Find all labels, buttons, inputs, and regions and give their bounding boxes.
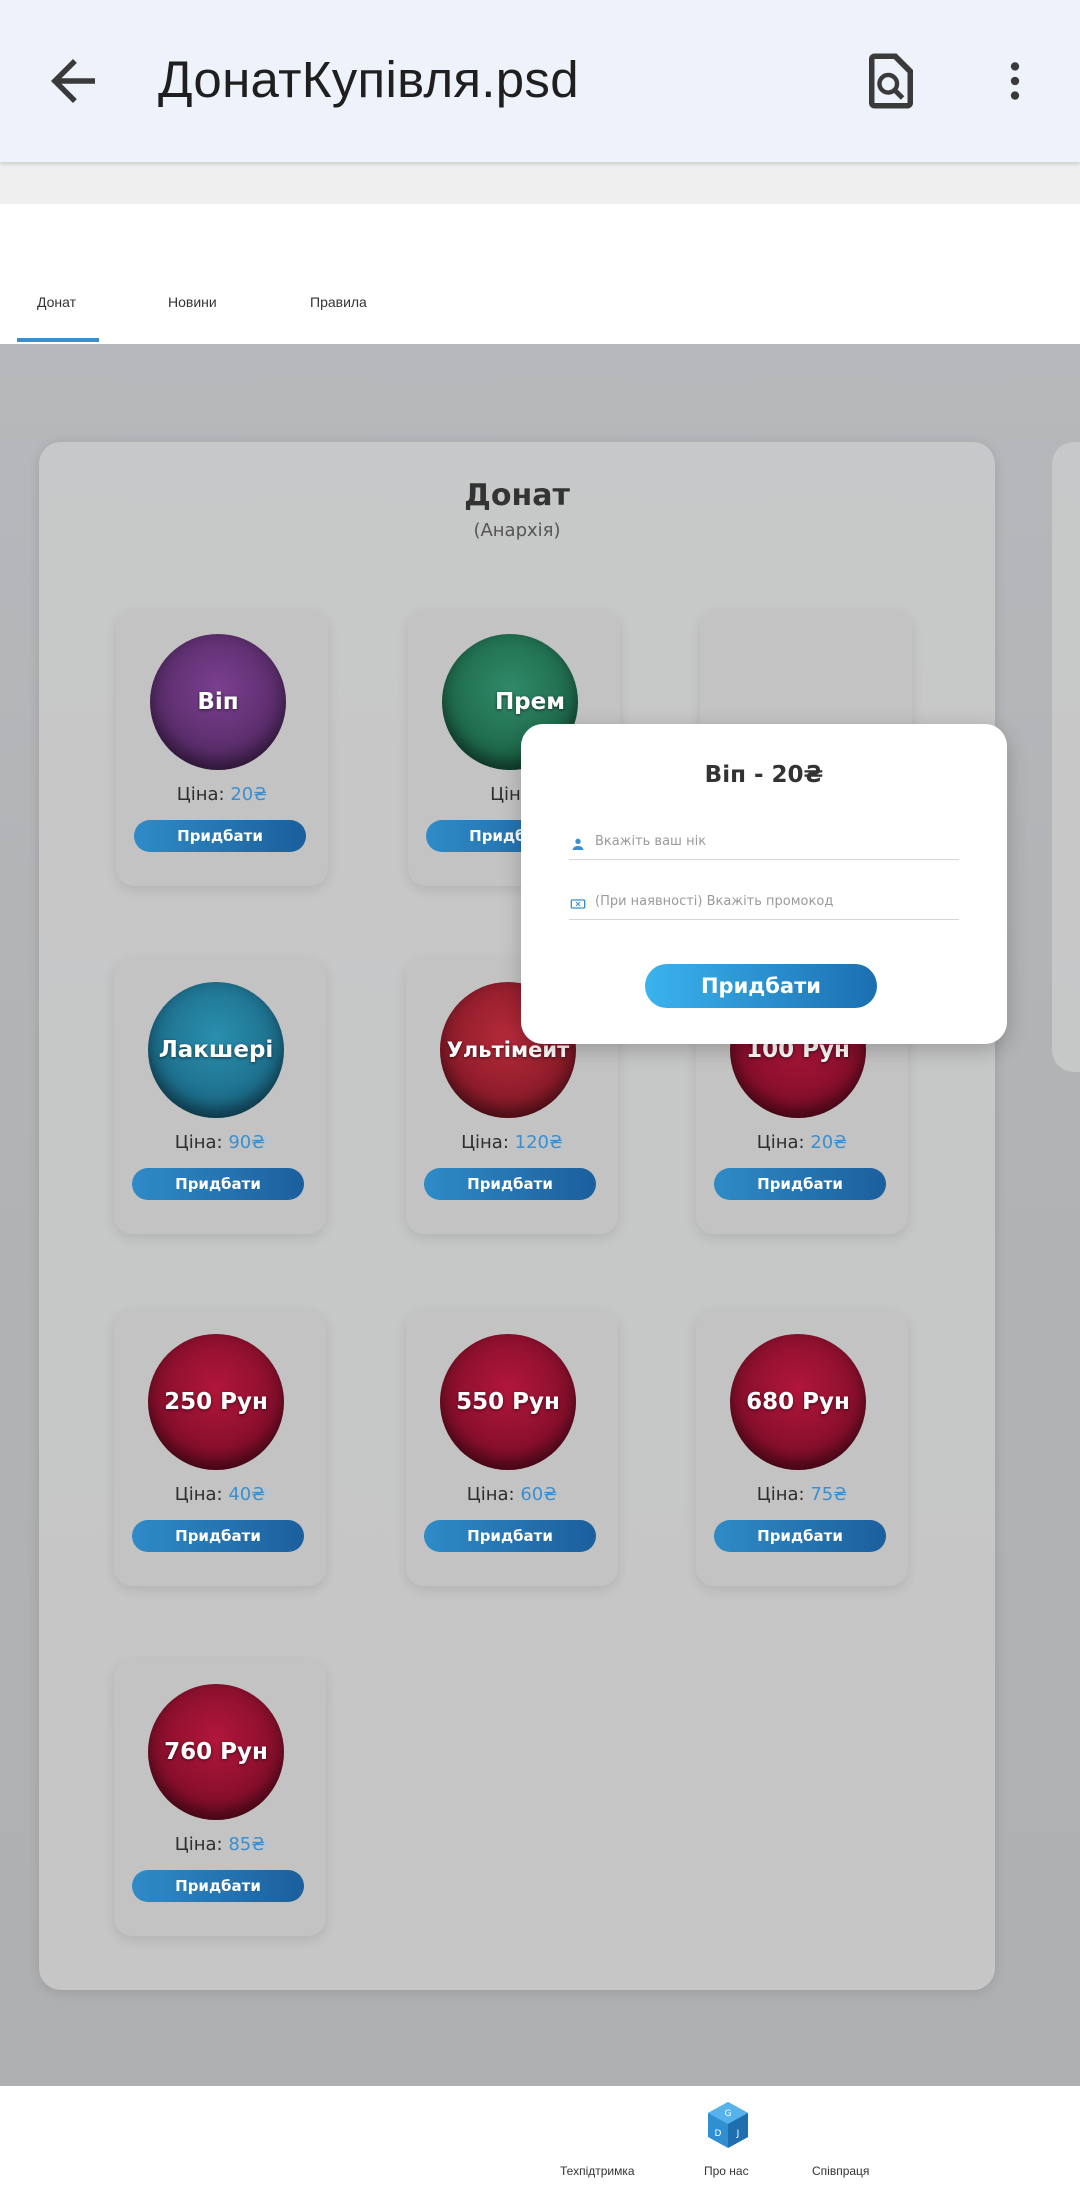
product-card: Лакшері Ціна: 90₴ Придбати: [114, 958, 326, 1234]
buy-button[interactable]: Придбати: [132, 1520, 304, 1552]
site-nav: Донат Новини Правила: [0, 204, 1080, 344]
nav-active-indicator: [17, 338, 99, 342]
product-badge: 250 Рун: [148, 1334, 284, 1470]
buy-button[interactable]: Придбати: [714, 1168, 886, 1200]
product-price: Ціна: 75₴: [756, 1484, 848, 1505]
product-badge: 550 Рун: [440, 1334, 576, 1470]
buy-button[interactable]: Придбати: [132, 1168, 304, 1200]
buy-button[interactable]: Придбати: [424, 1168, 596, 1200]
buy-button[interactable]: Придбати: [132, 1870, 304, 1902]
product-badge: 760 Рун: [148, 1684, 284, 1820]
buy-button[interactable]: Придбати: [714, 1520, 886, 1552]
footer-link-partnership[interactable]: Співпраця: [812, 2164, 869, 2178]
cube-logo-icon: G D J: [708, 2102, 748, 2148]
product-card: 680 Рун Ціна: 75₴ Придбати: [696, 1310, 908, 1586]
nick-placeholder: Вкажіть ваш нік: [595, 834, 707, 849]
panel-title: Донат: [464, 478, 570, 513]
modal-title: Віп - 20₴: [704, 762, 824, 788]
nav-item-rules[interactable]: Правила: [310, 294, 367, 310]
product-card: Віп Ціна: 20₴ Придбати: [116, 610, 328, 886]
document-title: ДонатКупівля.psd: [158, 51, 579, 108]
site-footer: G D J Техпідтримка Про нас Співпраця: [0, 2086, 1080, 2195]
product-badge: 680 Рун: [730, 1334, 866, 1470]
footer-link-support[interactable]: Техпідтримка: [560, 2164, 635, 2178]
product-price: Ціна: 40₴: [174, 1484, 266, 1505]
donate-panel: Донат (Анархія) Віп Ціна: 20₴ Придбати П…: [39, 442, 995, 1990]
product-badge: Лакшері: [148, 982, 284, 1118]
psd-canvas[interactable]: Донат Новини Правила Донат (Анархія) Віп…: [0, 204, 1080, 2086]
product-price: Ціна: 120₴: [461, 1132, 563, 1153]
panel-subtitle: (Анархія): [473, 520, 561, 541]
side-panel: [1052, 442, 1080, 1072]
purchase-modal: Віп - 20₴ Вкажіть ваш нік (При наявності…: [521, 724, 1007, 1044]
svg-text:D: D: [715, 2129, 722, 2139]
nav-item-donate[interactable]: Донат: [37, 294, 76, 310]
app-bar: ДонатКупівля.psd: [0, 0, 1080, 162]
buy-button[interactable]: Придбати: [134, 820, 306, 852]
svg-text:G: G: [725, 2109, 732, 2119]
product-badge: Віп: [150, 634, 286, 770]
product-price: Ціна: 20₴: [756, 1132, 848, 1153]
product-price: Ціна: 90₴: [174, 1132, 266, 1153]
arrow-left-icon[interactable]: [40, 48, 106, 114]
user-icon: [572, 838, 584, 850]
nav-item-news[interactable]: Новини: [168, 294, 217, 310]
product-card: 250 Рун Ціна: 40₴ Придбати: [114, 1310, 326, 1586]
buy-button[interactable]: Придбати: [424, 1520, 596, 1552]
promo-placeholder: (При наявності) Вкажіть промокод: [595, 894, 834, 909]
toolbar-shadow-strip: [0, 162, 1080, 204]
product-price: Ціна: 20₴: [176, 784, 268, 805]
find-in-page-icon[interactable]: [858, 46, 924, 116]
modal-buy-button[interactable]: Придбати: [645, 964, 877, 1008]
nick-field[interactable]: Вкажіть ваш нік: [569, 830, 959, 860]
product-price: Ціна: 60₴: [466, 1484, 558, 1505]
footer-link-about[interactable]: Про нас: [704, 2164, 749, 2178]
more-vert-icon[interactable]: [990, 50, 1040, 112]
product-price: Ціна: 85₴: [174, 1834, 266, 1855]
product-card: 550 Рун Ціна: 60₴ Придбати: [406, 1310, 618, 1586]
product-card: 760 Рун Ціна: 85₴ Придбати: [114, 1660, 326, 1936]
svg-text:J: J: [736, 2129, 740, 2139]
promo-field[interactable]: (При наявності) Вкажіть промокод: [569, 890, 959, 920]
ticket-icon: [570, 899, 586, 909]
